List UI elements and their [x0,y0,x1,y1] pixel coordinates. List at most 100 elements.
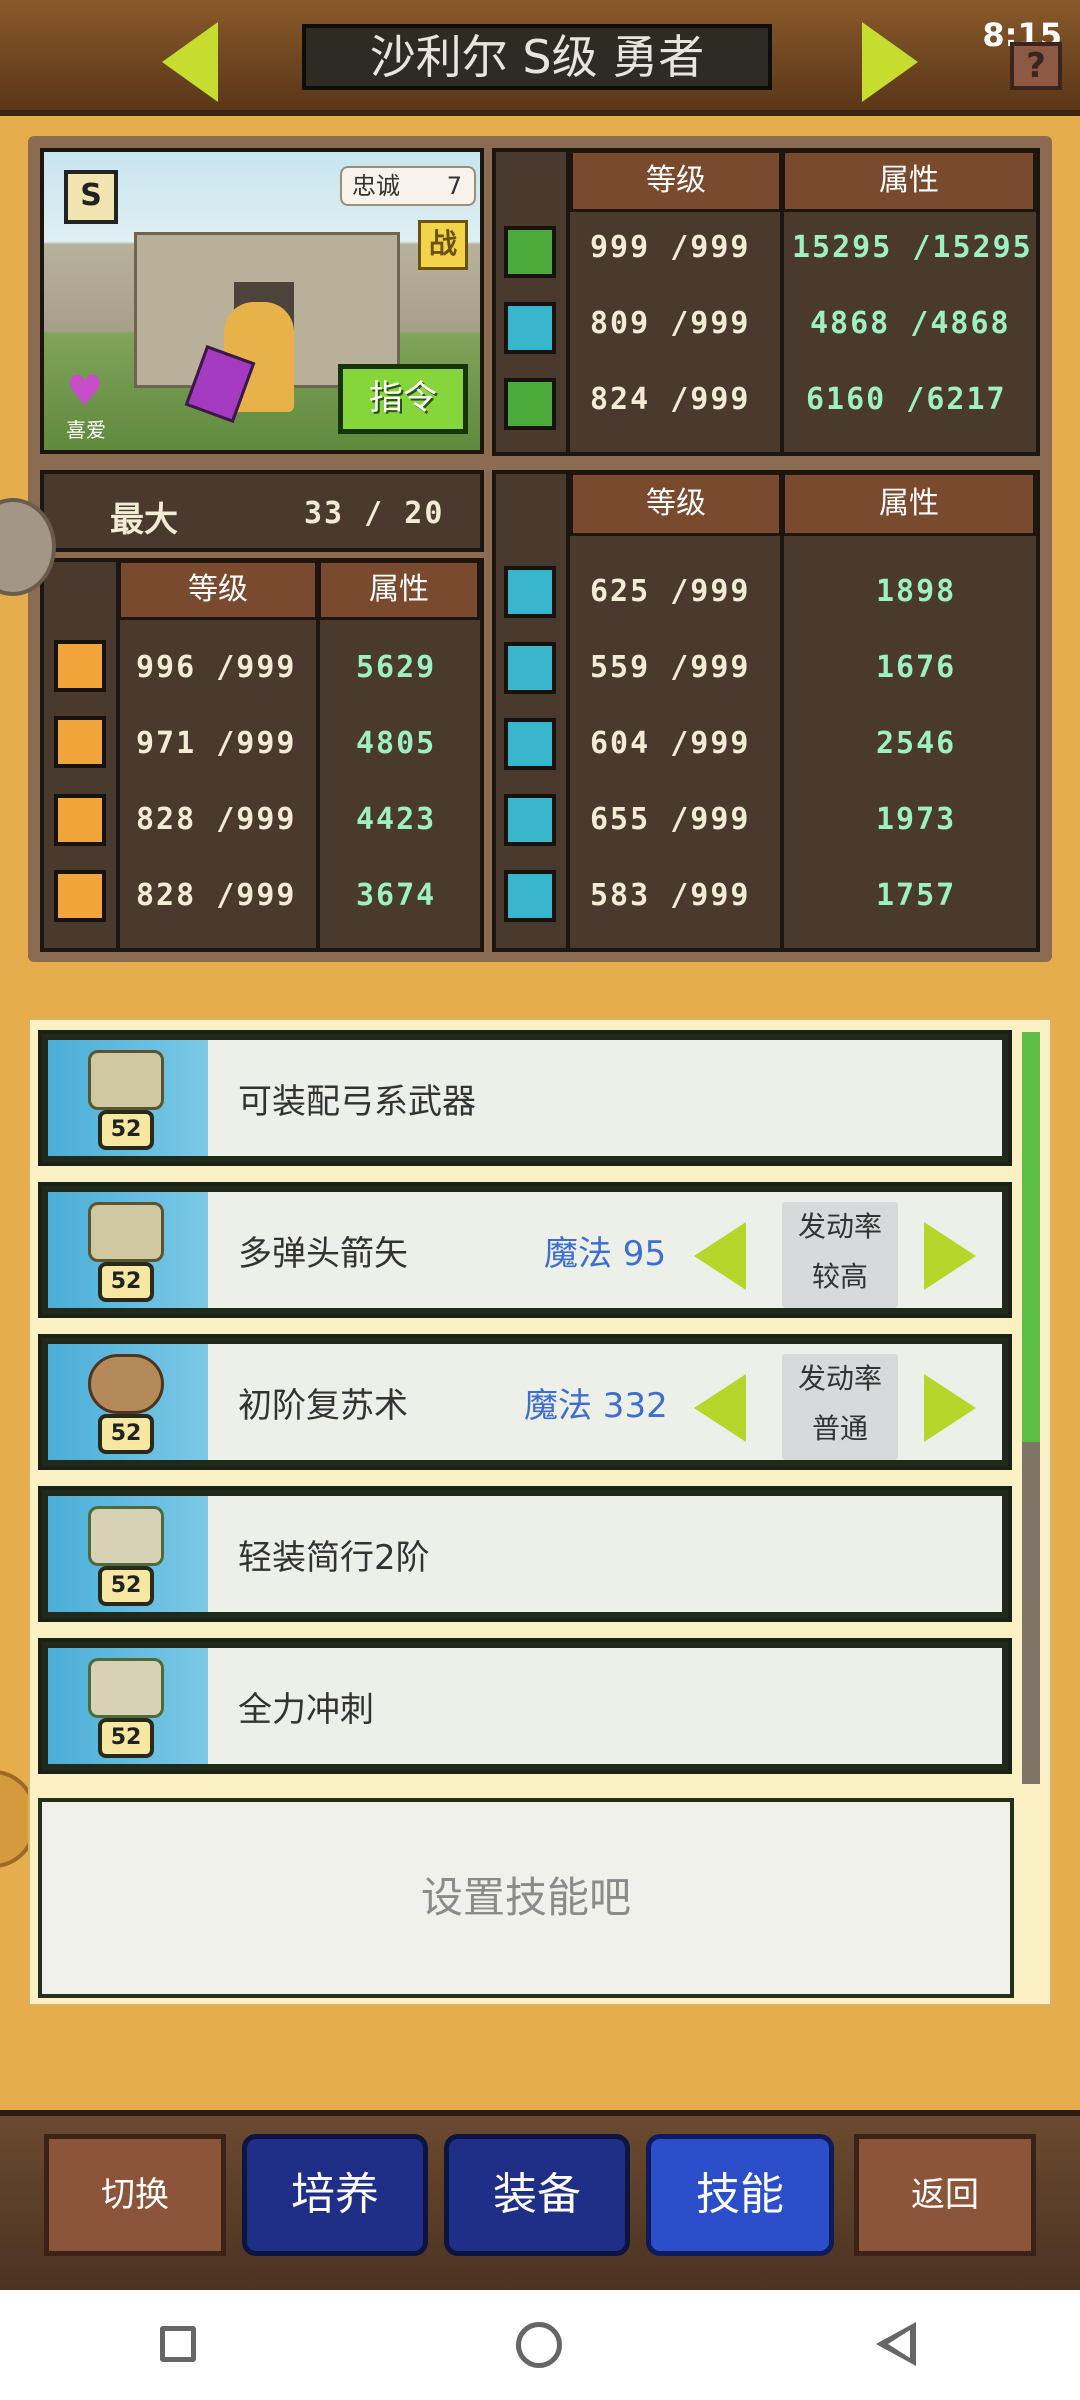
back-icon[interactable] [876,2322,916,2366]
skills-scrollbar-thumb[interactable] [1022,1032,1040,1442]
shield-icon [54,716,106,768]
switch-button[interactable]: 切换 [44,2134,226,2256]
combat-col-divider [116,560,120,948]
skill-name: 全力冲刺 [238,1690,374,1730]
rate-increase-arrow-icon[interactable] [924,1222,976,1290]
skill-icon-area: 52 [48,1344,208,1460]
skill-mp-cost: 魔法 95 [544,1234,667,1274]
combat-value: 4423 [356,802,437,837]
combat-level: 996 /999 [136,650,297,685]
like-heart-icon[interactable]: ♥ [66,370,104,412]
sword-icon [54,640,106,692]
work-level: 559 /999 [590,650,751,685]
tab-skill[interactable]: 技能 [646,2134,834,2256]
skill-name: 初阶复苏术 [238,1386,408,1426]
rate-increase-arrow-icon[interactable] [924,1374,976,1442]
vitals-level: 824 /999 [590,382,751,417]
vitals-header-attr: 属性 [782,150,1036,212]
vitals-value: 15295 /15295 [792,230,1033,265]
activation-rate: 发动率 较高 [782,1202,898,1308]
skill-row[interactable]: 52 全力冲刺 [38,1638,1012,1774]
combat-value: 5629 [356,650,437,685]
work-level: 604 /999 [590,726,751,761]
vitals-level: 809 /999 [590,306,751,341]
combat-level: 971 /999 [136,726,297,761]
home-icon[interactable] [516,2322,562,2368]
rank-badge-icon: S [64,170,118,224]
skill-row-body: 52 初阶复苏术 魔法 332 发动率 普通 [48,1344,1002,1460]
skill-name: 多弹头箭矢 [238,1234,408,1274]
activation-rate-value: 较高 [811,1260,868,1293]
back-button[interactable]: 返回 [854,2134,1036,2256]
skill-icon-area: 52 [48,1496,208,1612]
skill-row[interactable]: 52 可装配弓系武器 [38,1030,1012,1166]
star-icon [54,870,106,922]
prev-character-arrow-icon[interactable] [162,22,218,102]
work-value: 1973 [876,802,957,837]
work-table [492,470,1040,952]
skill-icon-area: 52 [48,1648,208,1764]
activation-rate-value: 普通 [811,1412,868,1445]
skill-row[interactable]: 52 初阶复苏术 魔法 332 发动率 普通 [38,1334,1012,1470]
work-header-level: 等级 [570,472,782,536]
loyalty-value: 7 [446,172,462,200]
skill-icon-area: 52 [48,1192,208,1308]
pickaxe-icon [504,642,556,694]
craft-icon [504,794,556,846]
skill-row[interactable]: 52 多弹头箭矢 魔法 95 发动率 较高 [38,1182,1012,1318]
rate-decrease-arrow-icon[interactable] [694,1222,746,1290]
activation-rate-label: 发动率 [797,1362,882,1395]
skill-row-body: 52 可装配弓系武器 [48,1040,1002,1156]
skill-row[interactable]: 52 轻装简行2阶 [38,1486,1012,1622]
rate-decrease-arrow-icon[interactable] [694,1374,746,1442]
tab-train[interactable]: 培养 [242,2134,428,2256]
skill-level-badge: 52 [98,1110,154,1150]
combat-value: 4805 [356,726,437,761]
skill-name: 可装配弓系武器 [238,1082,476,1122]
command-button[interactable]: 指令 [338,364,468,434]
work-col-divider [566,472,570,948]
bottom-nav: 切换 培养 装备 技能 返回 [0,2110,1080,2296]
skill-row-body: 52 全力冲刺 [48,1648,1002,1764]
activation-rate-label: 发动率 [797,1210,882,1243]
skill-level-badge: 52 [98,1718,154,1758]
help-icon[interactable]: ? [1010,42,1062,90]
work-level: 583 /999 [590,878,751,913]
skill-level-badge: 52 [98,1566,154,1606]
agility-icon [54,794,106,846]
vitals-col-divider [566,150,570,452]
next-character-arrow-icon[interactable] [862,22,918,102]
work-value: 1676 [876,650,957,685]
skill-level-badge: 52 [98,1262,154,1302]
scroll-skill-icon [88,1506,164,1566]
loyalty-label: 忠诚 [352,172,400,200]
skill-mp-cost: 魔法 332 [524,1386,668,1426]
work-level: 625 /999 [590,574,751,609]
vitals-header-level: 等级 [570,150,782,212]
activation-rate: 发动率 普通 [782,1354,898,1460]
staff-skill-icon [88,1354,164,1414]
bow-skill-icon [88,1050,164,1110]
shovel-icon [504,718,556,770]
vitals-value: 6160 /6217 [806,382,1007,417]
character-portrait: S 忠诚 7 战 ♥ 喜爱 指令 [40,148,484,454]
like-label: 喜爱 [66,418,106,442]
combat-value: 3674 [356,878,437,913]
battle-badge-icon[interactable]: 战 [418,220,468,270]
vitals-level: 999 /999 [590,230,751,265]
work-level: 655 /999 [590,802,751,837]
combat-header-level: 等级 [118,560,318,620]
recent-apps-icon[interactable] [160,2326,196,2362]
age-value: 33 / 20 [304,496,445,531]
system-nav-bar [0,2290,1080,2400]
hammer-icon [504,870,556,922]
skill-row-body: 52 多弹头箭矢 魔法 95 发动率 较高 [48,1192,1002,1308]
combat-level: 828 /999 [136,802,297,837]
tab-equip[interactable]: 装备 [444,2134,630,2256]
heart-icon [504,226,556,278]
skill-level-badge: 52 [98,1414,154,1454]
empty-skill-slot[interactable]: 设置技能吧 [38,1798,1014,1998]
skill-name: 轻装简行2阶 [238,1538,430,1578]
skills-panel: 52 可装配弓系武器 52 多弹头箭矢 魔法 95 发动率 较高 52 初阶复苏… [28,1018,1052,2006]
vitals-value: 4868 /4868 [810,306,1011,341]
